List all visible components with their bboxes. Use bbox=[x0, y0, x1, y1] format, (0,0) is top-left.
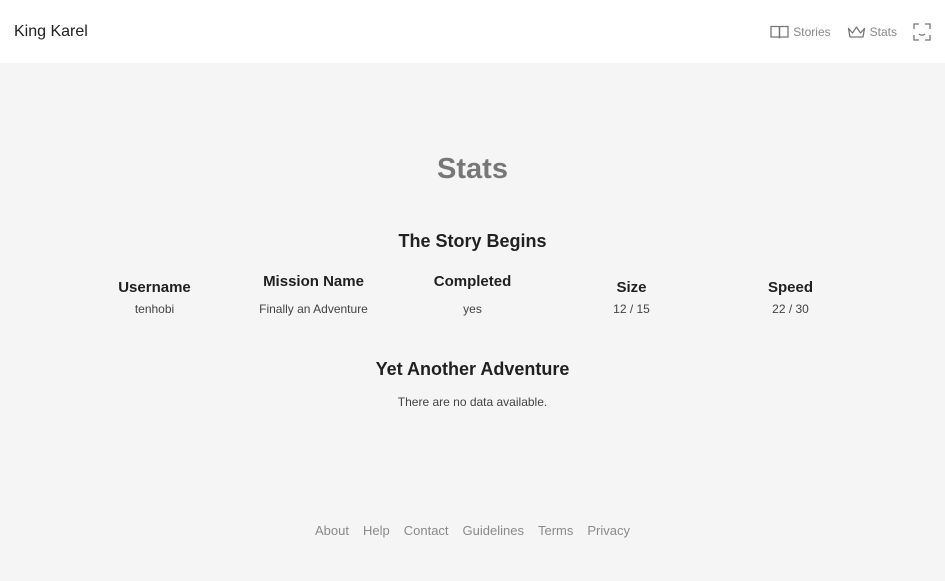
table-cell: Finally an Adventure bbox=[259, 302, 368, 316]
page-title: Stats bbox=[437, 153, 508, 185]
nav-stories-link[interactable]: Stories bbox=[770, 24, 831, 39]
footer-link-terms[interactable]: Terms bbox=[538, 523, 573, 538]
column-header: Username bbox=[118, 279, 191, 296]
footer-link-help[interactable]: Help bbox=[363, 523, 390, 538]
section-title: The Story Begins bbox=[398, 231, 547, 251]
fullscreen-button[interactable] bbox=[913, 22, 931, 41]
column-speed: Speed 22 / 30 bbox=[711, 268, 870, 316]
column-size: Size 12 / 15 bbox=[552, 268, 711, 316]
nav-stories-label: Stories bbox=[793, 24, 831, 39]
empty-message: There are no data available. bbox=[397, 395, 548, 409]
book-icon bbox=[770, 24, 789, 39]
crown-icon bbox=[847, 25, 866, 39]
top-bar: King Karel Stories Stats bbox=[0, 0, 945, 63]
top-nav: Stories Stats bbox=[770, 22, 931, 41]
footer-link-privacy[interactable]: Privacy bbox=[587, 523, 630, 538]
footer-link-guidelines[interactable]: Guidelines bbox=[463, 523, 524, 538]
column-header: Size bbox=[616, 279, 647, 296]
column-mission-name: Mission Name Finally an Adventure bbox=[234, 268, 393, 316]
section-title: Yet Another Adventure bbox=[375, 359, 570, 379]
main-content: Stats The Story Begins Username tenhobi … bbox=[0, 63, 945, 581]
table-cell: tenhobi bbox=[134, 302, 175, 316]
nav-stats-label: Stats bbox=[869, 24, 897, 39]
fullscreen-icon bbox=[913, 22, 931, 41]
column-completed: Completed yes bbox=[393, 268, 552, 316]
brand-title[interactable]: King Karel bbox=[14, 23, 88, 41]
table-cell: yes bbox=[463, 302, 482, 316]
table-cell: 12 / 15 bbox=[613, 302, 650, 316]
footer-links: About Help Contact Guidelines Terms Priv… bbox=[0, 523, 945, 538]
nav-stats-link[interactable]: Stats bbox=[847, 25, 897, 39]
footer-link-contact[interactable]: Contact bbox=[404, 523, 449, 538]
column-username: Username tenhobi bbox=[75, 268, 234, 316]
column-header: Speed bbox=[767, 279, 813, 296]
column-header: Mission Name bbox=[263, 273, 364, 290]
stats-table: Username tenhobi Mission Name Finally an… bbox=[0, 268, 945, 316]
footer-link-about[interactable]: About bbox=[315, 523, 349, 538]
column-header: Completed bbox=[433, 273, 512, 290]
table-cell: 22 / 30 bbox=[772, 302, 809, 316]
